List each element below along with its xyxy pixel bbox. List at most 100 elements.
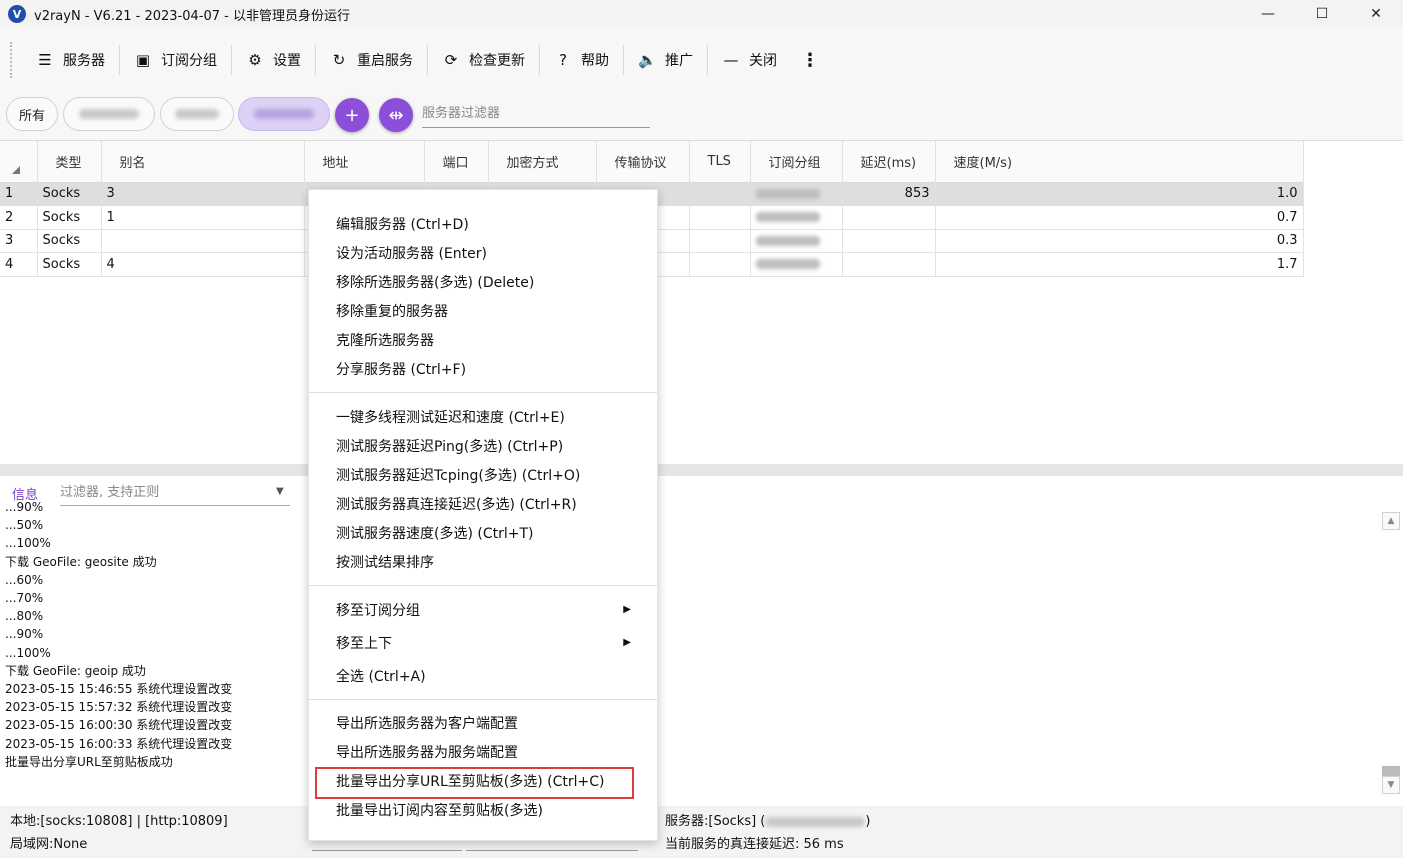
- minimize-button[interactable]: —: [1241, 0, 1295, 28]
- row-speed: 0.7: [935, 205, 1304, 230]
- column-header-address[interactable]: 地址: [304, 141, 425, 183]
- submenu-arrow-icon: ▶: [623, 637, 631, 648]
- menu-item-test-all[interactable]: 一键多线程测试延迟和速度 (Ctrl+E): [309, 402, 657, 431]
- menu-item-set-active-server[interactable]: 设为活动服务器 (Enter): [309, 238, 657, 267]
- menu-item-move-up-down[interactable]: 移至上下 ▶: [309, 628, 657, 657]
- row-alias: 3: [101, 182, 305, 206]
- highlight-box: [315, 767, 634, 799]
- settings-button[interactable]: ⚙ 设置: [232, 40, 315, 80]
- v2rayn-logo-icon: V: [8, 5, 26, 23]
- redacted-text: [765, 816, 866, 827]
- row-delay: [842, 205, 936, 230]
- redacted-text: [755, 188, 820, 199]
- subscription-group-button[interactable]: ▣ 订阅分组: [120, 40, 231, 80]
- close-window-button[interactable]: ✕: [1349, 0, 1403, 28]
- row-index: 2: [0, 205, 38, 230]
- menu-separator: [309, 585, 657, 586]
- status-divider: [312, 850, 462, 851]
- sort-group-button[interactable]: ⇹: [379, 98, 413, 132]
- column-header-alias[interactable]: 别名: [101, 141, 305, 183]
- select-all-corner[interactable]: [0, 141, 38, 183]
- row-speed: 0.3: [935, 229, 1304, 253]
- log-line: 2023-05-15 16:00:33 系统代理设置改变: [5, 736, 233, 751]
- menu-item-remove-servers[interactable]: 移除所选服务器(多选) (Delete): [309, 267, 657, 296]
- row-alias: [101, 229, 305, 253]
- menu-item-move-to-group[interactable]: 移至订阅分组 ▶: [309, 595, 657, 624]
- lan-status: 局域网:None: [10, 837, 88, 852]
- chevron-down-icon[interactable]: ▼: [276, 486, 284, 497]
- server-list: 类型 别名 地址 端口 加密方式 传输协议 TLS 订阅分组 延迟(ms) 速度…: [0, 140, 1403, 464]
- row-subscription: [750, 229, 843, 253]
- menu-item-clone-servers[interactable]: 克隆所选服务器: [309, 325, 657, 354]
- menu-item-test-real-delay[interactable]: 测试服务器真连接延迟(多选) (Ctrl+R): [309, 489, 657, 518]
- more-options-icon[interactable]: ⋮: [791, 40, 829, 80]
- scrollbar-thumb[interactable]: [1382, 766, 1400, 776]
- redacted-text: [755, 259, 820, 270]
- log-line: ...90%: [5, 627, 44, 642]
- column-header-tls[interactable]: TLS: [689, 141, 751, 183]
- row-delay: [842, 252, 936, 277]
- column-header-type[interactable]: 类型: [37, 141, 102, 183]
- help-label: 帮助: [581, 53, 609, 69]
- check-update-label: 检查更新: [469, 53, 525, 69]
- promotion-button[interactable]: 🔈 推广: [624, 40, 707, 80]
- subscription-icon: ▣: [135, 51, 151, 69]
- help-button[interactable]: ? 帮助: [540, 40, 623, 80]
- sort-corner-icon: [12, 166, 20, 175]
- server-filter-input[interactable]: [422, 100, 650, 128]
- menu-item-export-client-config[interactable]: 导出所选服务器为客户端配置: [309, 708, 657, 737]
- help-icon: ?: [559, 51, 567, 69]
- minus-icon: —: [723, 51, 739, 69]
- column-header-speed[interactable]: 速度(M/s): [935, 141, 1304, 183]
- column-header-transport[interactable]: 传输协议: [596, 141, 690, 183]
- chip-all-label: 所有: [18, 108, 45, 124]
- maximize-button[interactable]: ☐: [1295, 0, 1349, 28]
- log-line: ...100%: [5, 645, 51, 660]
- column-header-encryption[interactable]: 加密方式: [488, 141, 597, 183]
- check-update-button[interactable]: ⟳ 检查更新: [428, 40, 539, 80]
- menu-item-share-server[interactable]: 分享服务器 (Ctrl+F): [309, 354, 657, 383]
- restart-service-label: 重启服务: [357, 53, 413, 69]
- chip-group-redacted[interactable]: [160, 97, 234, 131]
- row-type: Socks: [37, 205, 102, 230]
- chip-group-redacted[interactable]: [63, 97, 155, 131]
- chip-group-active[interactable]: [238, 97, 330, 131]
- menu-item-select-all[interactable]: 全选 (Ctrl+A): [309, 661, 657, 690]
- row-type: Socks: [37, 252, 102, 277]
- log-line: 2023-05-15 15:57:32 系统代理设置改变: [5, 700, 233, 715]
- restart-icon: ↻: [332, 51, 346, 69]
- row-tls: [689, 182, 751, 206]
- menu-item-edit-server[interactable]: 编辑服务器 (Ctrl+D): [309, 209, 657, 238]
- column-header-delay[interactable]: 延迟(ms): [842, 141, 936, 183]
- menu-item-remove-duplicates[interactable]: 移除重复的服务器: [309, 296, 657, 325]
- panel-splitter[interactable]: [0, 464, 1403, 476]
- status-divider: [466, 850, 638, 851]
- scroll-up-icon[interactable]: ▲: [1382, 512, 1400, 530]
- close-button[interactable]: — 关闭: [708, 40, 791, 80]
- log-line: 2023-05-15 16:00:30 系统代理设置改变: [5, 718, 233, 733]
- menu-separator: [309, 699, 657, 700]
- menu-item-test-speed[interactable]: 测试服务器速度(多选) (Ctrl+T): [309, 518, 657, 547]
- window-title: v2rayN - V6.21 - 2023-04-07 - 以非管理员身份运行: [34, 8, 350, 24]
- add-group-button[interactable]: +: [335, 98, 369, 132]
- scroll-down-icon[interactable]: ▼: [1382, 776, 1400, 794]
- column-header-subscription[interactable]: 订阅分组: [750, 141, 843, 183]
- servers-button-label: 服务器: [63, 53, 105, 69]
- main-toolbar: ☰ 服务器 ▣ 订阅分组 ⚙ 设置 ↻ 重启服务 ⟳ 检查更新 ? 帮助 🔈 推…: [0, 28, 1403, 92]
- menu-item-sort-by-result[interactable]: 按测试结果排序: [309, 547, 657, 576]
- promotion-label: 推广: [665, 53, 693, 69]
- menu-item-test-ping[interactable]: 测试服务器延迟Ping(多选) (Ctrl+P): [309, 431, 657, 460]
- redacted-text: [79, 109, 139, 119]
- menu-item-export-subscription[interactable]: 批量导出订阅内容至剪贴板(多选): [309, 795, 657, 824]
- log-line: ...90%: [5, 500, 44, 514]
- log-line: 批量导出分享URL至剪贴板成功: [5, 754, 173, 769]
- log-line: ...70%: [5, 591, 44, 606]
- servers-button[interactable]: ☰ 服务器: [22, 40, 119, 80]
- chip-all[interactable]: 所有: [6, 97, 58, 131]
- menu-item-test-tcping[interactable]: 测试服务器延迟Tcping(多选) (Ctrl+O): [309, 460, 657, 489]
- log-panel: 信息 ▼ ...90% ...50% ...100% 下载 GeoFile: g…: [0, 476, 1403, 806]
- column-header-port[interactable]: 端口: [424, 141, 489, 183]
- menu-item-export-server-config[interactable]: 导出所选服务器为服务端配置: [309, 737, 657, 766]
- log-line: ...50%: [5, 518, 44, 533]
- restart-service-button[interactable]: ↻ 重启服务: [316, 40, 427, 80]
